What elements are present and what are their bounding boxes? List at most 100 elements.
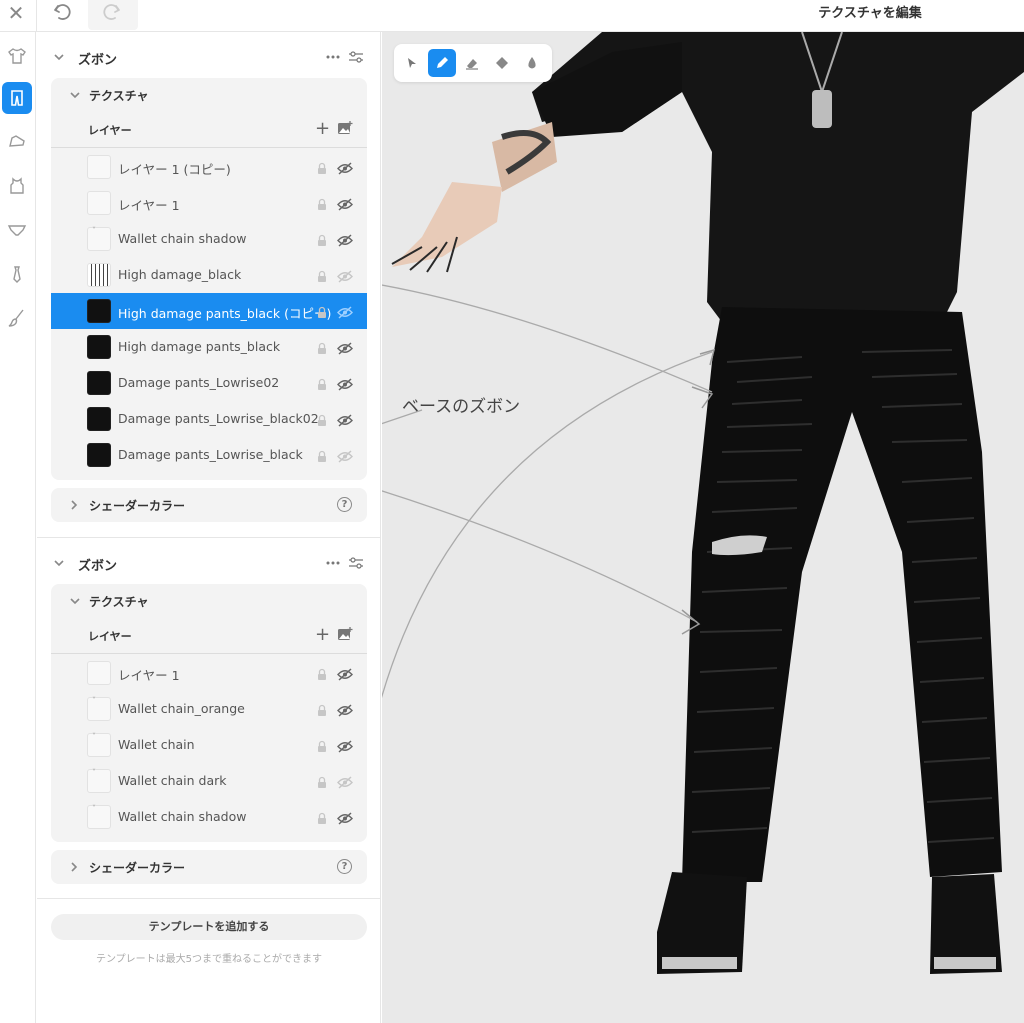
add-template-button[interactable]: テンプレートを追加する [51,914,367,940]
lock-icon[interactable] [316,304,328,323]
3d-viewport[interactable]: キズ ベースのズボン [382,32,1024,1023]
texture-header[interactable]: テクスチャ [51,584,367,618]
category-rail [0,32,36,1023]
adjust-icon[interactable] [348,556,364,570]
pencil-tool[interactable] [428,49,456,77]
layer-row[interactable]: レイヤー 1 [51,655,367,691]
layer-row[interactable]: Wallet chain shadow [51,799,367,835]
layer-row[interactable]: Damage pants_Lowrise_black [51,437,367,473]
rail-tie[interactable] [2,258,32,290]
layer-row[interactable]: High damage pants_black [51,329,367,365]
lock-icon[interactable] [316,738,328,757]
more-icon[interactable] [325,50,341,64]
eye-off-icon[interactable] [337,810,353,829]
section-divider [37,537,381,538]
chevron-down-icon [54,560,64,567]
underwear-icon [7,225,27,236]
dropper-icon [528,57,536,69]
eye-off-icon[interactable] [337,666,353,685]
tie-icon [13,266,21,283]
lock-icon[interactable] [316,774,328,793]
layer-row[interactable]: Damage pants_Lowrise02 [51,365,367,401]
close-icon[interactable]: ✕ [4,2,28,26]
undo-icon [54,4,71,20]
avatar-preview [382,32,1024,974]
layer-row[interactable]: Wallet chain dark [51,763,367,799]
fill-tool[interactable] [488,49,516,77]
lock-icon[interactable] [316,810,328,829]
eye-off-icon[interactable] [337,412,353,431]
redo-button[interactable] [88,0,138,30]
texture-title: テクスチャ [89,595,149,609]
rail-shirt[interactable] [2,40,32,72]
rail-underwear[interactable] [2,214,32,246]
eye-off-icon[interactable] [337,738,353,757]
shader-color-header[interactable]: シェーダーカラー ? [51,488,367,522]
add-image-icon[interactable] [337,121,353,135]
layer-name: High damage_black [118,267,242,282]
layer-thumbnail [87,155,111,179]
rail-tanktop[interactable] [2,170,32,202]
layer-thumbnail [87,226,111,251]
eye-off-icon[interactable] [337,160,353,179]
lock-icon[interactable] [316,160,328,179]
pants-icon [11,90,23,106]
chevron-down-icon [70,598,80,605]
section-header[interactable]: ズボン [37,546,381,582]
eye-icon[interactable] [337,268,353,287]
layer-header: レイヤー + [51,112,367,148]
fill-bucket-icon [496,57,508,69]
eye-icon[interactable] [337,774,353,793]
add-layer-button[interactable]: + [315,120,330,138]
lock-icon[interactable] [316,268,328,287]
lock-icon[interactable] [316,376,328,395]
layer-thumbnail [87,299,111,323]
rail-brush[interactable] [2,302,32,334]
page-title: テクスチャを編集 [818,6,922,21]
add-layer-button[interactable]: + [315,626,330,644]
layer-row[interactable]: Wallet chain_orange [51,691,367,727]
layer-thumbnail [87,804,111,829]
lock-icon[interactable] [316,232,328,251]
rail-shoes[interactable] [2,126,32,158]
help-icon[interactable]: ? [337,497,352,512]
eye-off-icon[interactable] [337,702,353,721]
eye-off-icon[interactable] [337,376,353,395]
layer-row[interactable]: Wallet chain shadow [51,221,367,257]
lock-icon[interactable] [316,448,328,467]
layer-row[interactable]: レイヤー 1 [51,185,367,221]
layer-thumbnail [87,732,111,757]
help-icon[interactable]: ? [337,859,352,874]
layer-row[interactable]: High damage_black [51,257,367,293]
eye-icon[interactable] [337,304,353,323]
eye-off-icon[interactable] [337,232,353,251]
layer-row[interactable]: High damage pants_black (コピー) [51,293,367,329]
layer-thumbnail [87,191,111,215]
lock-icon[interactable] [316,196,328,215]
layer-row[interactable]: レイヤー 1 (コピー) [51,149,367,185]
layer-row[interactable]: Wallet chain [51,727,367,763]
more-icon[interactable] [325,556,341,570]
lock-icon[interactable] [316,340,328,359]
eye-icon[interactable] [337,448,353,467]
add-image-icon[interactable] [337,627,353,641]
eye-off-icon[interactable] [337,340,353,359]
section-header[interactable]: ズボン [37,40,381,76]
eraser-tool[interactable] [458,49,486,77]
rail-pants[interactable] [2,82,32,114]
undo-button[interactable] [48,0,78,28]
layer-name: Wallet chain [118,737,195,752]
texture-header[interactable]: テクスチャ [51,78,367,112]
texture-panel: ズボン テクスチャ レイヤー + レイヤー 1 (コピー) レイヤー 1 Walle… [37,32,381,1023]
select-tool[interactable] [398,49,426,77]
lock-icon[interactable] [316,666,328,685]
lock-icon[interactable] [316,412,328,431]
shader-color-header[interactable]: シェーダーカラー ? [51,850,367,884]
base-pants-annotation: ベースのズボン [402,397,521,417]
layer-row[interactable]: Damage pants_Lowrise_black02 [51,401,367,437]
adjust-icon[interactable] [348,50,364,64]
lock-icon[interactable] [316,702,328,721]
dropper-tool[interactable] [518,49,546,77]
top-divider [36,0,37,32]
eye-off-icon[interactable] [337,196,353,215]
